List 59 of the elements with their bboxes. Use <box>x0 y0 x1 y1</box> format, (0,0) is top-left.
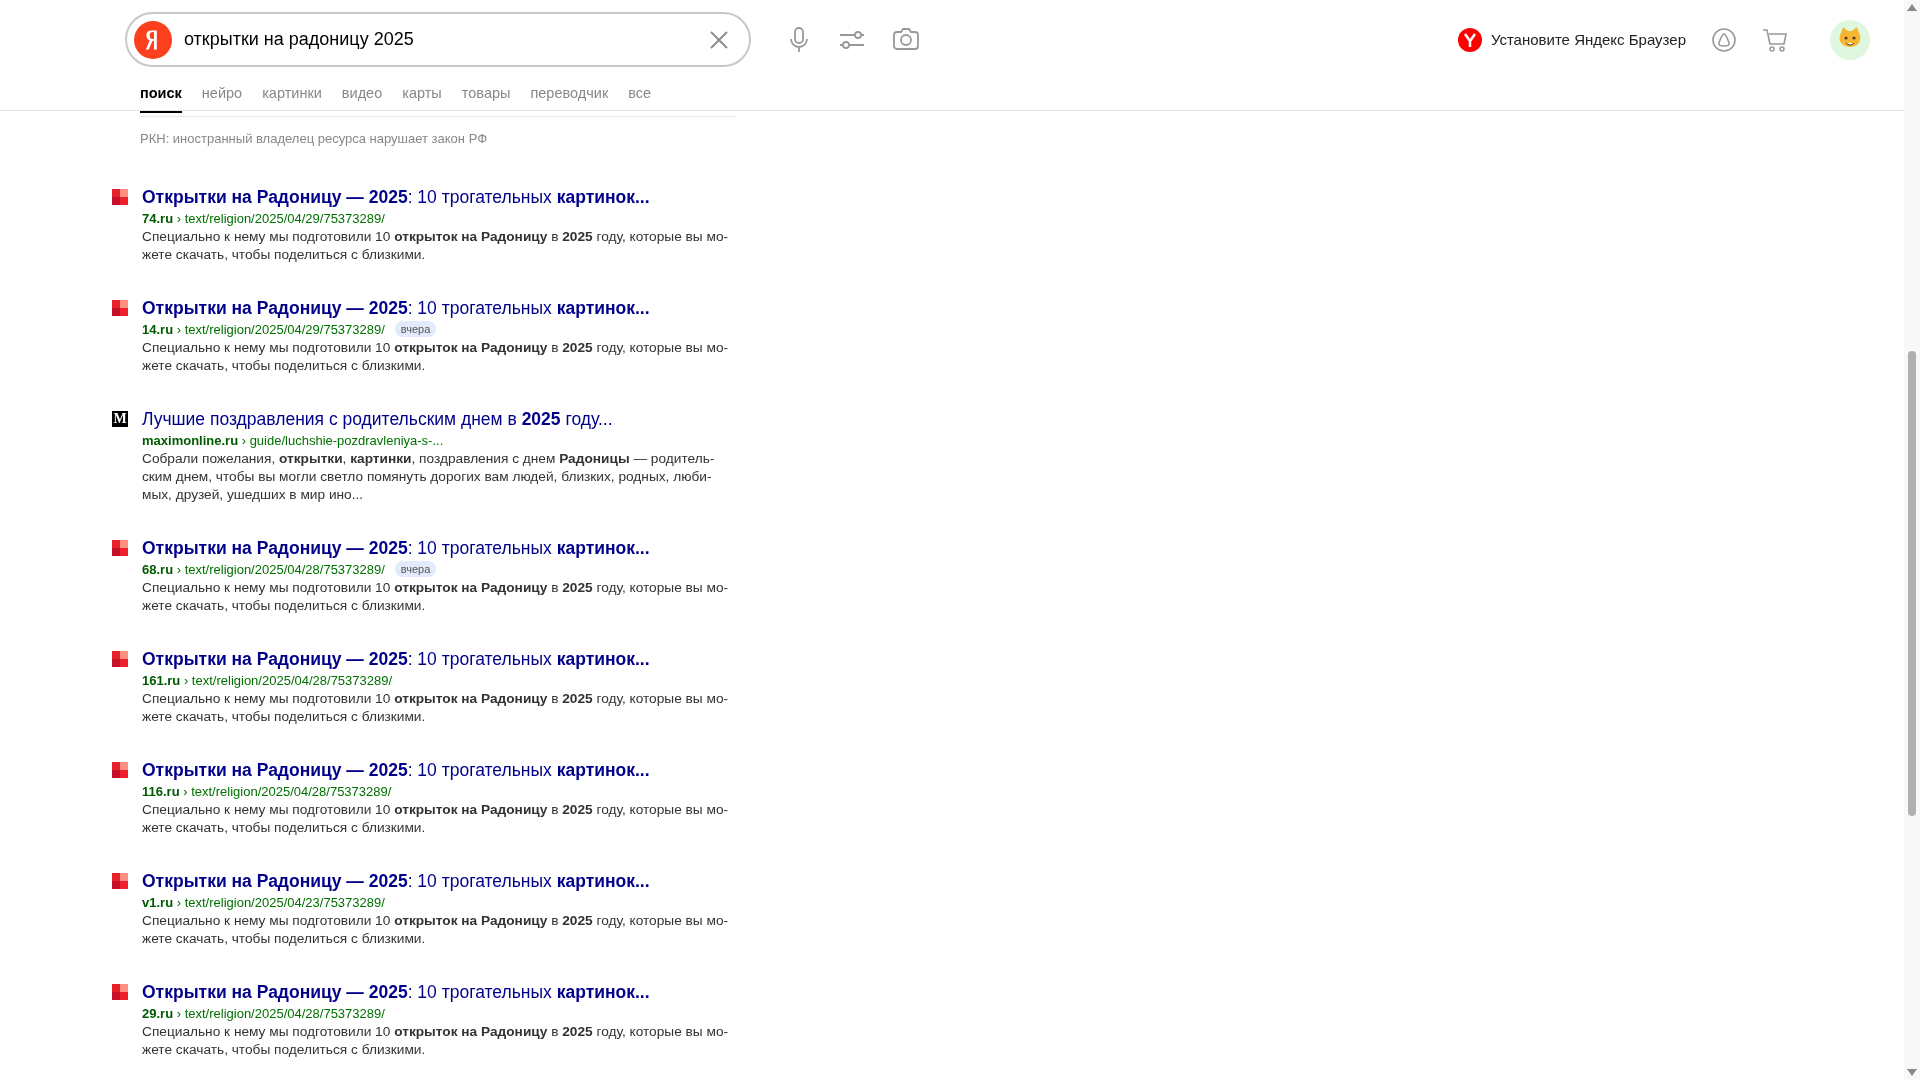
search-tab[interactable]: переводчик <box>530 81 609 113</box>
search-tab[interactable]: картинки <box>262 81 322 113</box>
browser-logo-icon[interactable] <box>1457 27 1482 52</box>
result-snippet: Специально к нему мы подготовили 10 открыток на Радоницу в 2025 году, которые вы мо- жете скачать, чтобы поделиться с близкими. <box>142 339 730 375</box>
result-url-link[interactable]: 161.ru › text/religion/2025/04/28/75373289/ <box>142 672 393 688</box>
result-url-link[interactable]: 68.ru › text/religion/2025/04/28/75373289/ <box>142 561 385 577</box>
result-url-link[interactable]: 14.ru › text/religion/2025/04/29/75373289/ <box>142 321 385 337</box>
scrollbar-thumb[interactable] <box>1908 351 1916 816</box>
microphone-icon[interactable] <box>787 26 811 53</box>
result-snippet: Специально к нему мы подготовили 10 открыток на Радоницу в 2025 году, которые вы мо- жете скачать, чтобы поделиться с близкими. <box>142 1023 730 1059</box>
favicon-icon <box>112 651 128 667</box>
result-snippet: Специально к нему мы подготовили 10 открыток на Радоницу в 2025 году, которые вы мо- жете скачать, чтобы поделиться с близкими. <box>142 228 730 264</box>
logo-icon[interactable] <box>134 20 172 59</box>
search-tab[interactable]: нейро <box>201 81 243 113</box>
favicon-icon <box>112 762 128 778</box>
favicon-icon <box>112 300 128 316</box>
search-tab[interactable]: все <box>628 81 652 113</box>
assistant-icon[interactable] <box>1712 27 1736 52</box>
result-title-link[interactable]: Открытки на Радоницу — 2025: 10 трогательных картинок... <box>142 648 650 670</box>
result-title-link[interactable]: Открытки на Радоницу — 2025: 10 трогательных картинок... <box>142 537 650 559</box>
result-url-link[interactable]: maximonline.ru › guide/luchshie-pozdravleniya-s-... <box>142 432 444 448</box>
result-title-link[interactable]: Открытки на Радоницу — 2025: 10 трогательных картинок... <box>142 297 650 319</box>
search-tab[interactable]: карты <box>402 81 442 113</box>
result-url-link[interactable]: 29.ru › text/religion/2025/04/28/75373289/ <box>142 1005 385 1021</box>
favicon-icon <box>112 984 128 1000</box>
result-title-link[interactable]: Лучшие поздравления с родительским днем в 2025 году... <box>142 408 613 430</box>
date-badge: вчера <box>394 321 437 337</box>
search-tab[interactable]: видео <box>341 81 383 113</box>
favicon-icon <box>112 873 128 889</box>
result-snippet: Специально к нему мы подготовили 10 открыток на Радоницу в 2025 году, которые вы мо- жете скачать, чтобы поделиться с близкими. <box>142 690 730 726</box>
avatar-cat-icon[interactable] <box>1830 19 1870 60</box>
camera-icon[interactable] <box>893 27 919 52</box>
result-url-link[interactable]: 74.ru › text/religion/2025/04/29/75373289/ <box>142 210 385 226</box>
result-url-link[interactable]: v1.ru › text/religion/2025/04/23/75373289/ <box>142 894 385 910</box>
filter-icon[interactable] <box>839 28 865 51</box>
notice-text: РКН: иностранный владелец ресурса нарушает закон РФ <box>140 116 735 146</box>
date-badge: вчера <box>394 561 437 577</box>
result-snippet: Собрали пожелания, открытки, картинки, поздравления с днем Радоницы — родитель- ским днем, чтобы вы могли светло помянуть дорогих вам людей, близких, родных, люби- мых, друзей, ушедших в мир ино... <box>142 450 716 504</box>
clear-icon[interactable] <box>709 29 729 50</box>
search-tab[interactable]: поиск <box>140 81 182 113</box>
search-bar[interactable]: открытки на радоницу 2025 <box>125 12 751 67</box>
scrollbar[interactable] <box>1904 0 1920 1080</box>
result-title-link[interactable]: Открытки на Радоницу — 2025: 10 трогательных картинок... <box>142 981 650 1003</box>
result-title-link[interactable]: Открытки на Радоницу — 2025: 10 трогательных картинок... <box>142 186 650 208</box>
result-title-link[interactable]: Открытки на Радоницу — 2025: 10 трогательных картинок... <box>142 870 650 892</box>
result-url-link[interactable]: 116.ru › text/religion/2025/04/28/75373289/ <box>142 783 392 799</box>
scroll-down-icon[interactable] <box>1907 1069 1917 1076</box>
search-field[interactable]: открытки на радоницу 2025 <box>184 29 697 50</box>
favicon-icon: M <box>112 411 128 427</box>
result-title-link[interactable]: Открытки на Радоницу — 2025: 10 трогательных картинок... <box>142 759 650 781</box>
result-snippet: Специально к нему мы подготовили 10 открыток на Радоницу в 2025 году, которые вы мо- жете скачать, чтобы поделиться с близкими. <box>142 801 730 837</box>
result-snippet: Специально к нему мы подготовили 10 открыток на Радоницу в 2025 году, которые вы мо- жете скачать, чтобы поделиться с близкими. <box>142 579 730 615</box>
favicon-icon <box>112 540 128 556</box>
install-browser-link[interactable]: Установите Яндекс Браузер <box>1490 31 1686 48</box>
search-tab[interactable]: товары <box>461 81 511 113</box>
favicon-icon <box>112 189 128 205</box>
result-snippet: Специально к нему мы подготовили 10 открыток на Радоницу в 2025 году, которые вы мо- жете скачать, чтобы поделиться с близкими. <box>142 912 730 948</box>
cart-icon[interactable] <box>1762 27 1788 52</box>
scroll-up-icon[interactable] <box>1907 4 1917 11</box>
